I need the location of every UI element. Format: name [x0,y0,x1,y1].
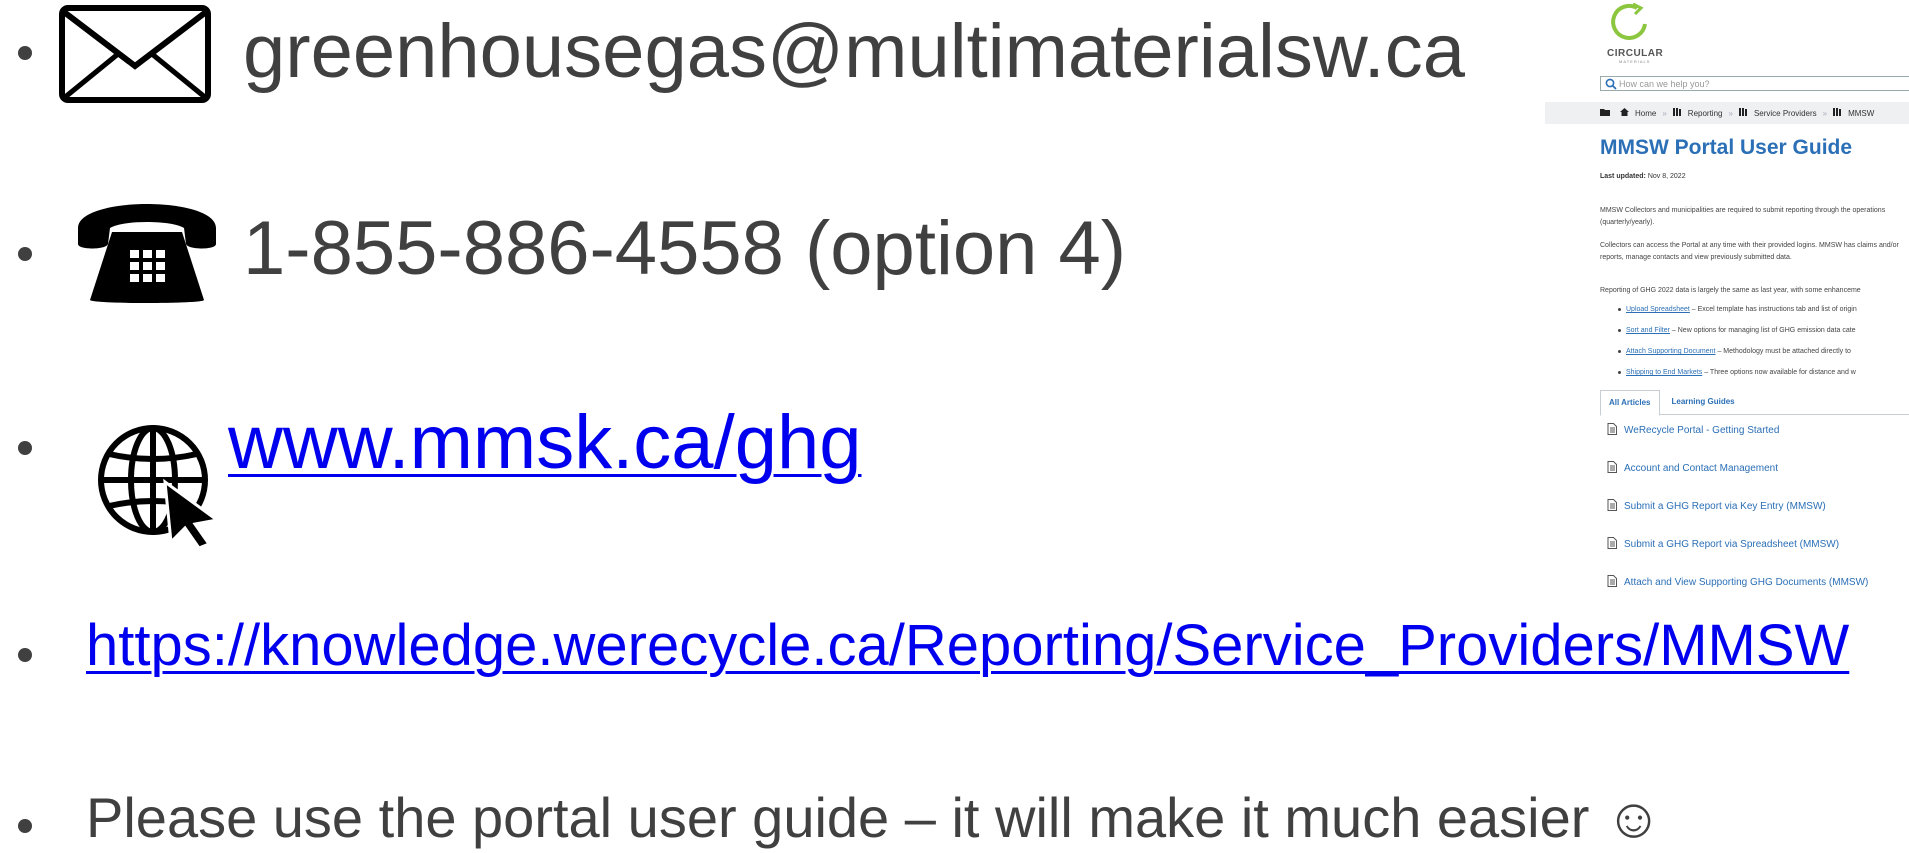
shipping-end-markets-link[interactable]: Shipping to End Markets [1626,369,1702,376]
upload-spreadsheet-link[interactable]: Upload Spreadsheet [1626,306,1690,313]
list-item: Sort and Filter – New options for managi… [1618,327,1856,334]
books-icon [1738,108,1748,118]
article-title: Submit a GHG Report via Spreadsheet (MMS… [1624,539,1840,550]
email-address[interactable]: greenhousegas@multimaterialsw.ca [243,14,1465,90]
bullet [18,247,32,261]
home-icon [1620,108,1629,118]
document-icon [1607,499,1617,514]
breadcrumb-mmsw[interactable]: MMSW [1848,109,1874,118]
document-icon [1607,461,1617,476]
breadcrumb-separator: » [1728,108,1733,118]
brand-subtitle: MATERIALS [1619,59,1651,64]
list-item: Attach Supporting Document – Methodology… [1618,348,1851,355]
search-placeholder: How can we help you? [1619,78,1710,89]
attach-document-link[interactable]: Attach Supporting Document [1626,348,1716,355]
circular-materials-logo [1607,0,1651,49]
tab-learning-guides[interactable]: Learning Guides [1664,390,1743,414]
website-link[interactable]: www.mmsk.ca/ghg [228,405,862,481]
article-item[interactable]: WeRecycle Portal - Getting Started [1607,423,1779,438]
article-title: Account and Contact Management [1624,463,1778,474]
telephone-icon [72,188,222,311]
article-item[interactable]: Attach and View Supporting GHG Documents… [1607,575,1868,590]
breadcrumb-separator: » [1822,108,1828,118]
article-item[interactable]: Submit a GHG Report via Key Entry (MMSW) [1607,499,1826,514]
folder-icon [1600,108,1610,118]
last-updated: Last updated: Nov 8, 2022 [1600,173,1686,180]
breadcrumb: Home » Reporting » Service Providers » M… [1545,102,1909,124]
search-icon [1605,78,1617,92]
envelope-icon [58,4,212,109]
document-icon [1607,423,1617,438]
bullet [18,648,32,662]
list-item: Upload Spreadsheet – Excel template has … [1618,306,1857,313]
article-item[interactable]: Account and Contact Management [1607,461,1778,476]
article-title: WeRecycle Portal - Getting Started [1624,425,1780,436]
books-icon [1833,108,1842,118]
article-tabs: All Articles Learning Guides [1600,390,1909,416]
article-item[interactable]: Submit a GHG Report via Spreadsheet (MMS… [1607,537,1839,552]
reporting-paragraph: Reporting of GHG 2022 data is largely th… [1600,287,1861,294]
globe-cursor-icon [95,420,225,553]
list-item: Shipping to End Markets – Three options … [1618,369,1856,376]
sort-filter-link[interactable]: Sort and Filter [1626,327,1670,334]
portal-screenshot: CIRCULAR MATERIALS How can we help you? … [1545,0,1909,600]
search-input[interactable]: How can we help you? [1600,76,1909,91]
access-paragraph: Collectors can access the Portal at any … [1600,242,1899,261]
brand-name: CIRCULAR [1607,48,1664,59]
article-title: Submit a GHG Report via Key Entry (MMSW) [1624,501,1826,512]
breadcrumb-home[interactable]: Home [1635,109,1656,118]
breadcrumb-reporting[interactable]: Reporting [1688,109,1723,118]
article-title: Attach and View Supporting GHG Documents… [1624,577,1869,588]
tab-all-articles[interactable]: All Articles [1600,390,1660,416]
bullet [18,819,32,833]
knowledge-base-link[interactable]: https://knowledge.werecycle.ca/Reporting… [86,617,1849,675]
page-title: MMSW Portal User Guide [1600,136,1853,159]
document-icon [1607,537,1617,552]
document-icon [1607,575,1617,590]
breadcrumb-separator: » [1662,108,1667,118]
updated-date: Nov 8, 2022 [1647,173,1686,180]
books-icon [1672,108,1682,118]
updated-label: Last updated: [1600,173,1646,180]
portal-guide-note: Please use the portal user guide – it wi… [86,786,1663,849]
bullet [18,46,32,60]
breadcrumb-service-providers[interactable]: Service Providers [1754,109,1817,118]
bullet [18,441,32,455]
phone-number[interactable]: 1-855-886-4558 (option 4) [243,211,1126,287]
intro-paragraph: MMSW Collectors and municipalities are r… [1600,207,1886,226]
